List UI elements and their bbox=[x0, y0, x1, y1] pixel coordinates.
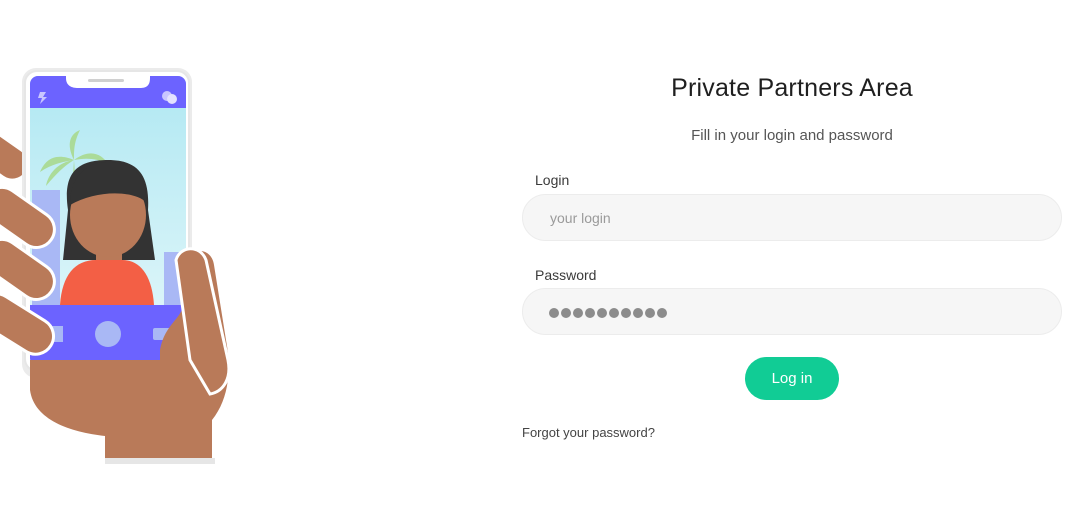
password-mask bbox=[549, 308, 667, 318]
password-dot bbox=[621, 308, 631, 318]
login-input[interactable] bbox=[522, 194, 1062, 241]
password-dot bbox=[597, 308, 607, 318]
page-title: Private Partners Area bbox=[671, 74, 913, 102]
password-dot bbox=[633, 308, 643, 318]
password-dot bbox=[609, 308, 619, 318]
password-dot bbox=[573, 308, 583, 318]
login-button[interactable]: Log in bbox=[745, 357, 839, 400]
password-dot bbox=[549, 308, 559, 318]
password-dot bbox=[561, 308, 571, 318]
password-dot bbox=[585, 308, 595, 318]
page-subtitle: Fill in your login and password bbox=[691, 127, 893, 144]
password-dot bbox=[657, 308, 667, 318]
login-label: Login bbox=[535, 172, 570, 188]
selfie-illustration-icon bbox=[0, 68, 231, 464]
forgot-password-link[interactable]: Forgot your password? bbox=[522, 425, 655, 440]
login-page: Private Partners Area Fill in your login… bbox=[0, 0, 1077, 513]
password-dot bbox=[645, 308, 655, 318]
hand-phone-illustration bbox=[0, 60, 240, 470]
password-label: Password bbox=[535, 267, 597, 283]
